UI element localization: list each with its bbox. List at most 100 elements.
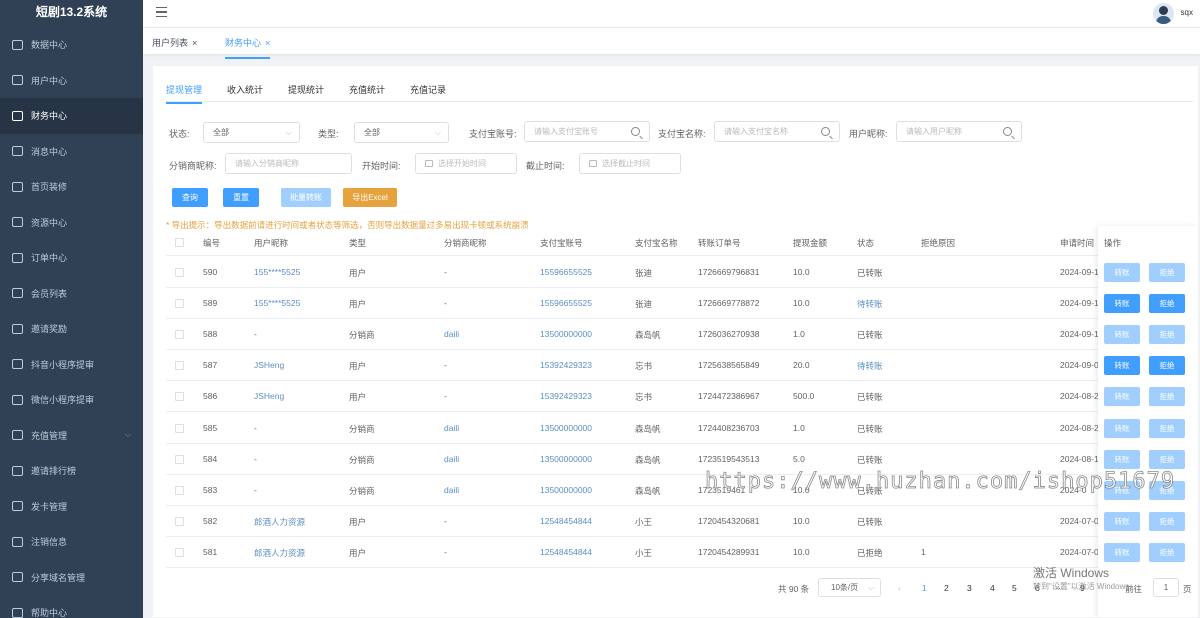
query-button[interactable]: 查询: [172, 188, 208, 207]
sidebar-item[interactable]: 发卡管理: [0, 489, 143, 525]
transfer-button[interactable]: 转账: [1104, 294, 1140, 314]
cell-distributor[interactable]: daili: [444, 329, 459, 339]
alipay-name-input[interactable]: 请输入支付宝名称: [714, 121, 840, 142]
transfer-button[interactable]: 转账: [1104, 511, 1140, 531]
row-checkbox[interactable]: [175, 454, 184, 464]
sidebar-item[interactable]: 订单中心: [0, 240, 143, 276]
cell-account[interactable]: 15392429323: [540, 391, 592, 401]
reject-button[interactable]: 拒绝: [1149, 325, 1185, 345]
cell-distributor[interactable]: daili: [444, 423, 459, 433]
tag-finance-center[interactable]: 财务中心 ×: [225, 36, 271, 59]
row-checkbox[interactable]: [175, 547, 184, 557]
tab-income-stats[interactable]: 收入统计: [227, 83, 263, 96]
reject-button[interactable]: 拒绝: [1149, 387, 1185, 407]
transfer-button[interactable]: 转账: [1104, 387, 1140, 407]
sidebar-item[interactable]: 资源中心: [0, 205, 143, 241]
sidebar-item[interactable]: 会员列表: [0, 276, 143, 312]
reject-button[interactable]: 拒绝: [1149, 294, 1185, 314]
cell-account[interactable]: 15596655525: [540, 298, 592, 308]
sidebar-item[interactable]: 消息中心: [0, 134, 143, 170]
cell-nickname[interactable]: 155****5525: [254, 267, 300, 277]
row-checkbox[interactable]: [175, 330, 184, 340]
close-icon[interactable]: ×: [192, 38, 197, 48]
transfer-button[interactable]: 转账: [1104, 263, 1140, 282]
row-checkbox[interactable]: [175, 485, 184, 495]
sidebar-item[interactable]: 充值管理 ⌵: [0, 418, 143, 454]
cell-account[interactable]: 12548454844: [540, 547, 592, 557]
sidebar-item[interactable]: 帮助中心: [0, 595, 143, 618]
page-3[interactable]: 3: [967, 583, 972, 593]
tab-recharge-stats[interactable]: 充值统计: [349, 83, 385, 96]
type-select[interactable]: 全部 ⌵: [354, 122, 449, 143]
cell-account[interactable]: 15392429323: [540, 360, 592, 370]
sidebar-item[interactable]: 注销信息: [0, 524, 143, 560]
nickname-input[interactable]: 请输入用户昵称: [896, 121, 1022, 142]
end-time-picker[interactable]: 选择截止时间: [579, 153, 681, 174]
page-2[interactable]: 2: [944, 583, 949, 593]
page-5[interactable]: 5: [1012, 583, 1017, 593]
cell-account[interactable]: 12548454844: [540, 516, 592, 526]
sidebar-item[interactable]: 邀请排行榜: [0, 453, 143, 489]
cell-account[interactable]: 13500000000: [540, 423, 592, 433]
batch-transfer-button[interactable]: 批量转账: [281, 188, 331, 207]
row-checkbox[interactable]: [175, 423, 184, 433]
export-excel-button[interactable]: 导出Excel: [343, 188, 397, 207]
select-all-checkbox[interactable]: [175, 238, 184, 247]
transfer-button[interactable]: 转账: [1104, 418, 1140, 438]
status-select[interactable]: 全部 ⌵: [203, 122, 300, 143]
sidebar-item[interactable]: 分享域名管理: [0, 560, 143, 596]
reset-button[interactable]: 重置: [223, 188, 259, 207]
transfer-button[interactable]: 转账: [1104, 449, 1140, 469]
sidebar-item[interactable]: 微信小程序提审: [0, 382, 143, 418]
sidebar-item[interactable]: 用户中心: [0, 63, 143, 99]
row-checkbox[interactable]: [175, 361, 184, 371]
cell-nickname[interactable]: JSHeng: [254, 360, 284, 370]
prev-page-button[interactable]: ‹: [898, 583, 901, 593]
sidebar-item[interactable]: 抖音小程序提审: [0, 347, 143, 383]
start-time-picker[interactable]: 选择开始时间: [415, 153, 517, 174]
sidebar-item[interactable]: 首页装修: [0, 169, 143, 205]
tab-recharge-records[interactable]: 充值记录: [410, 83, 446, 96]
cell-account[interactable]: 13500000000: [540, 329, 592, 339]
reject-button[interactable]: 拒绝: [1149, 542, 1185, 562]
row-checkbox[interactable]: [175, 516, 184, 526]
close-icon[interactable]: ×: [265, 38, 270, 48]
transfer-button[interactable]: 转账: [1104, 325, 1140, 345]
alipay-account-input[interactable]: 请输入支付宝账号: [524, 121, 650, 142]
cell-nickname[interactable]: 郎酒人力资源: [254, 547, 305, 559]
transfer-button[interactable]: 转账: [1104, 356, 1140, 376]
distributor-input[interactable]: 请输入分销商昵称: [225, 153, 352, 174]
avatar[interactable]: [1153, 3, 1174, 24]
hamburger-icon[interactable]: [156, 7, 167, 17]
tab-withdraw-stats[interactable]: 提现统计: [288, 83, 324, 96]
transfer-button[interactable]: 转账: [1104, 542, 1140, 562]
page-1[interactable]: 1: [922, 583, 927, 593]
goto-page-input[interactable]: 1: [1153, 578, 1179, 597]
reject-button[interactable]: 拒绝: [1149, 511, 1185, 531]
sidebar-item[interactable]: 财务中心: [0, 98, 143, 134]
page-size-select[interactable]: 10条/页 ⌵: [818, 578, 881, 597]
cell-nickname[interactable]: 郎酒人力资源: [254, 516, 305, 528]
cell-distributor[interactable]: daili: [444, 485, 459, 495]
page-4[interactable]: 4: [990, 583, 995, 593]
search-icon[interactable]: [821, 127, 830, 136]
row-checkbox[interactable]: [175, 299, 184, 309]
cell-account[interactable]: 13500000000: [540, 485, 592, 495]
cell-account[interactable]: 15596655525: [540, 267, 592, 277]
row-checkbox[interactable]: [175, 392, 184, 402]
sidebar-item[interactable]: 数据中心: [0, 27, 143, 63]
cell-distributor[interactable]: daili: [444, 454, 459, 464]
username[interactable]: sqx: [1181, 8, 1193, 17]
cell-account[interactable]: 13500000000: [540, 454, 592, 464]
reject-button[interactable]: 拒绝: [1149, 418, 1185, 438]
search-icon[interactable]: [1003, 127, 1012, 136]
row-checkbox[interactable]: [175, 268, 184, 277]
cell-nickname[interactable]: 155****5525: [254, 298, 300, 308]
reject-button[interactable]: 拒绝: [1149, 263, 1185, 282]
cell-nickname[interactable]: JSHeng: [254, 391, 284, 401]
sidebar-item[interactable]: 邀请奖励: [0, 311, 143, 347]
search-icon[interactable]: [631, 127, 640, 136]
tab-withdraw-management[interactable]: 提现管理: [166, 83, 203, 104]
reject-button[interactable]: 拒绝: [1149, 356, 1185, 376]
tag-user-list[interactable]: 用户列表 ×: [152, 36, 197, 49]
